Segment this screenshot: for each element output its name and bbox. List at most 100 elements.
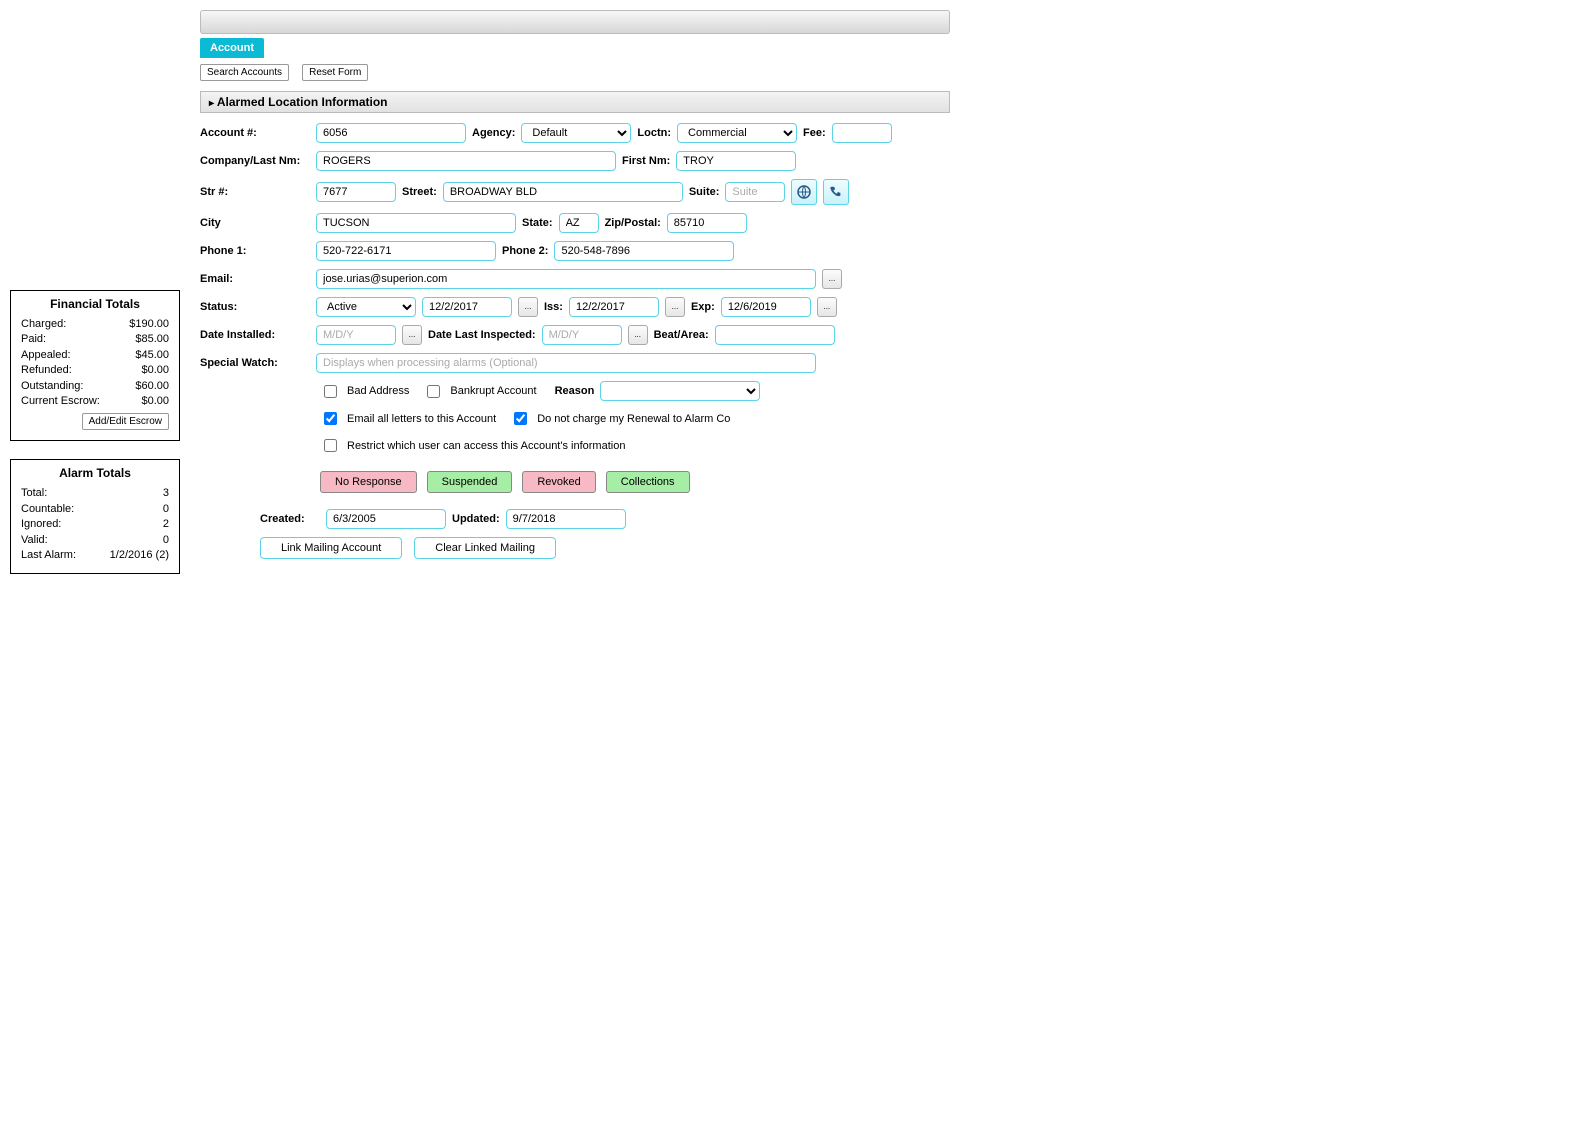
exp-date-picker[interactable]: ... (817, 297, 837, 317)
account-number-field[interactable] (316, 123, 466, 143)
alarm-value: 0 (163, 502, 169, 517)
label-zip: Zip/Postal: (605, 217, 661, 229)
street-field[interactable] (443, 182, 683, 202)
date-inspected-picker[interactable]: ... (628, 325, 648, 345)
street-number-field[interactable] (316, 182, 396, 202)
label-fee: Fee: (803, 127, 826, 139)
bankrupt-label: Bankrupt Account (450, 385, 536, 397)
suite-field[interactable] (725, 182, 785, 202)
label-date-installed: Date Installed: (200, 329, 310, 341)
zip-field[interactable] (667, 213, 747, 233)
label-first-nm: First Nm: (622, 155, 670, 167)
label-str-no: Str #: (200, 186, 310, 198)
suspended-button[interactable]: Suspended (427, 471, 513, 493)
alarm-label: Last Alarm: (21, 548, 76, 563)
bankrupt-checkbox[interactable] (427, 385, 440, 398)
fin-value: $0.00 (141, 363, 169, 378)
created-field[interactable] (326, 509, 446, 529)
email-letters-checkbox[interactable] (324, 412, 337, 425)
label-created: Created: (260, 513, 320, 525)
no-response-button[interactable]: No Response (320, 471, 417, 493)
alarm-label: Total: (21, 486, 47, 501)
fin-label: Appealed: (21, 348, 71, 363)
beat-field[interactable] (715, 325, 835, 345)
financial-title: Financial Totals (21, 297, 169, 311)
reason-select[interactable] (600, 381, 760, 401)
label-email: Email: (200, 273, 310, 285)
alarm-value: 3 (163, 486, 169, 501)
loctn-select[interactable]: Commercial (677, 123, 797, 143)
fin-label: Outstanding: (21, 379, 83, 394)
fin-label: Refunded: (21, 363, 72, 378)
alarm-label: Countable: (21, 502, 74, 517)
tab-account[interactable]: Account (200, 38, 264, 58)
phone2-field[interactable] (554, 241, 734, 261)
section-header: Alarmed Location Information (200, 91, 950, 113)
exp-field[interactable] (721, 297, 811, 317)
add-edit-escrow-button[interactable]: Add/Edit Escrow (82, 413, 169, 430)
bad-address-checkbox[interactable] (324, 385, 337, 398)
iss-field[interactable] (569, 297, 659, 317)
reset-form-button[interactable]: Reset Form (302, 64, 368, 81)
revoked-button[interactable]: Revoked (522, 471, 595, 493)
date-installed-picker[interactable]: ... (402, 325, 422, 345)
status-select[interactable]: Active (316, 297, 416, 317)
date-installed-field[interactable] (316, 325, 396, 345)
email-letters-label: Email all letters to this Account (347, 413, 496, 425)
date-inspected-field[interactable] (542, 325, 622, 345)
alarm-label: Valid: (21, 533, 48, 548)
email-field[interactable] (316, 269, 816, 289)
special-watch-field[interactable] (316, 353, 816, 373)
fee-field[interactable] (832, 123, 892, 143)
no-charge-renewal-checkbox[interactable] (514, 412, 527, 425)
label-state: State: (522, 217, 553, 229)
fin-value: $190.00 (129, 317, 169, 332)
status-date-picker[interactable]: ... (518, 297, 538, 317)
label-reason: Reason (555, 385, 595, 397)
clear-mailing-button[interactable]: Clear Linked Mailing (414, 537, 556, 559)
alarm-label: Ignored: (21, 517, 61, 532)
fin-value: $85.00 (135, 332, 169, 347)
status-date-field[interactable] (422, 297, 512, 317)
label-beat: Beat/Area: (654, 329, 709, 341)
fin-label: Current Escrow: (21, 394, 100, 409)
label-city: City (200, 217, 310, 229)
updated-field[interactable] (506, 509, 626, 529)
fin-label: Charged: (21, 317, 66, 332)
alarm-totals-panel: Alarm Totals Total: 3 Countable: 0 Ignored… (10, 459, 180, 574)
city-field[interactable] (316, 213, 516, 233)
top-menubar (200, 10, 950, 34)
iss-date-picker[interactable]: ... (665, 297, 685, 317)
globe-icon[interactable] (791, 179, 817, 205)
fin-value: $60.00 (135, 379, 169, 394)
label-iss: Iss: (544, 301, 563, 313)
alarm-value: 0 (163, 533, 169, 548)
agency-select[interactable]: Default (521, 123, 631, 143)
label-phone2: Phone 2: (502, 245, 548, 257)
link-mailing-button[interactable]: Link Mailing Account (260, 537, 402, 559)
label-phone1: Phone 1: (200, 245, 310, 257)
label-exp: Exp: (691, 301, 715, 313)
state-field[interactable] (559, 213, 599, 233)
phone1-field[interactable] (316, 241, 496, 261)
email-picker-button[interactable]: ... (822, 269, 842, 289)
label-date-inspected: Date Last Inspected: (428, 329, 536, 341)
search-accounts-button[interactable]: Search Accounts (200, 64, 289, 81)
restrict-checkbox[interactable] (324, 439, 337, 452)
phone-icon[interactable] (823, 179, 849, 205)
label-suite: Suite: (689, 186, 720, 198)
label-street: Street: (402, 186, 437, 198)
collections-button[interactable]: Collections (606, 471, 690, 493)
label-special-watch: Special Watch: (200, 357, 310, 369)
alarm-title: Alarm Totals (21, 466, 169, 480)
bad-address-label: Bad Address (347, 385, 409, 397)
label-loctn: Loctn: (637, 127, 671, 139)
alarm-value: 1/2/2016 (2) (110, 548, 169, 563)
label-company-last: Company/Last Nm: (200, 155, 310, 167)
company-last-field[interactable] (316, 151, 616, 171)
label-account-no: Account #: (200, 127, 310, 139)
first-name-field[interactable] (676, 151, 796, 171)
fin-value: $45.00 (135, 348, 169, 363)
alarm-value: 2 (163, 517, 169, 532)
fin-label: Paid: (21, 332, 46, 347)
